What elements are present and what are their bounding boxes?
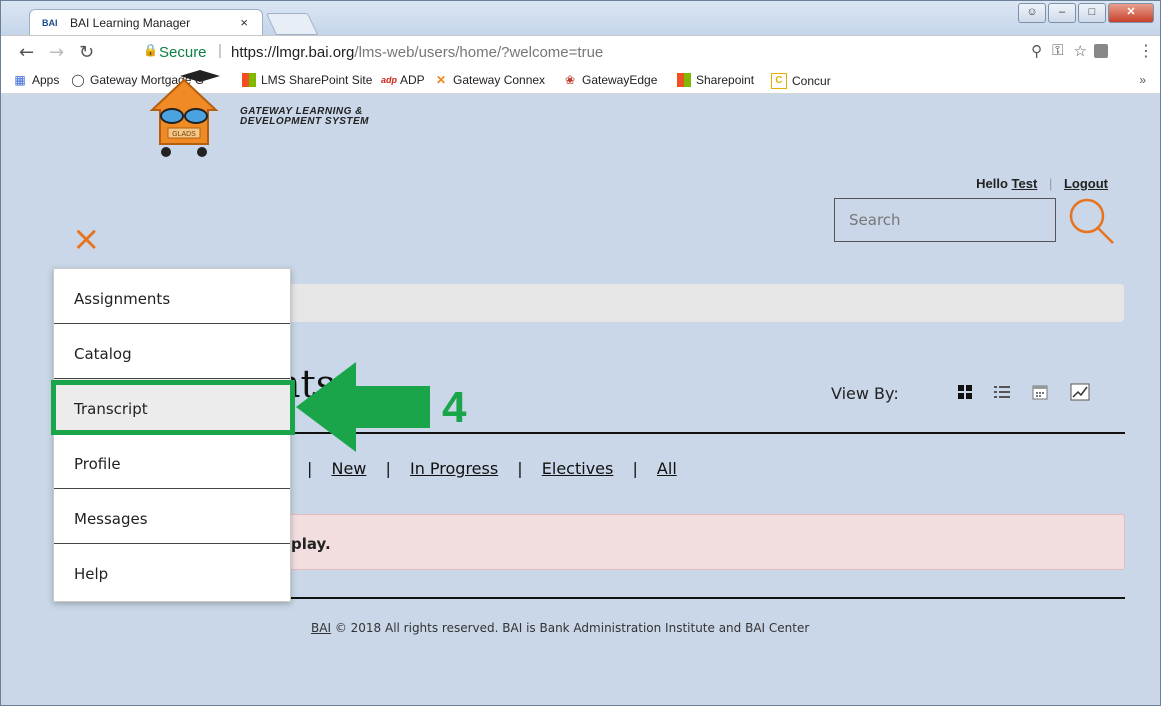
divider bbox=[280, 597, 1125, 599]
bookmark-sharepoint[interactable]: Sharepoint bbox=[677, 73, 754, 87]
bookmark-apps[interactable]: ▦ Apps bbox=[13, 73, 59, 87]
filter-separator: | bbox=[385, 459, 391, 478]
filter-separator: | bbox=[632, 459, 638, 478]
logo-text: Gateway Learning & Development System bbox=[240, 107, 369, 127]
grid-view-icon[interactable] bbox=[958, 385, 972, 399]
url-path: /lms-web/users/home/?welcome=true bbox=[354, 44, 604, 61]
reload-icon[interactable]: ↻ bbox=[79, 42, 94, 63]
empty-alert: play. bbox=[280, 514, 1125, 570]
new-tab-button[interactable] bbox=[265, 13, 319, 35]
minimize-button[interactable]: – bbox=[1048, 3, 1076, 23]
browser-menu-icon[interactable]: ⋮ bbox=[1138, 41, 1154, 60]
alert-text: play. bbox=[291, 535, 331, 553]
bookmark-label: Gateway Connex bbox=[453, 73, 546, 87]
close-menu-icon[interactable]: × bbox=[72, 222, 101, 256]
bookmark-label: ADP bbox=[400, 73, 425, 87]
annotation-highlight-box bbox=[51, 380, 295, 435]
windows-icon bbox=[242, 73, 256, 87]
bookmark-gatewayedge[interactable]: ❀ GatewayEdge bbox=[563, 73, 657, 87]
menu-item-profile[interactable]: Profile bbox=[54, 434, 290, 489]
key-icon[interactable]: ⚿ bbox=[1052, 42, 1063, 60]
window-controls: ☺ – □ ✕ bbox=[1018, 3, 1154, 23]
tab-title: BAI Learning Manager bbox=[70, 16, 191, 30]
filter-tabs: | New | In Progress | Electives | All bbox=[307, 459, 677, 478]
bookmark-concur[interactable]: C Concur bbox=[771, 73, 831, 89]
apps-grid-icon: ▦ bbox=[14, 73, 26, 87]
bookmark-lms-sharepoint[interactable]: LMS SharePoint Site bbox=[242, 73, 372, 87]
annotation-arrow-icon bbox=[296, 362, 430, 452]
filter-all[interactable]: All bbox=[657, 459, 677, 478]
bookmark-label: LMS SharePoint Site bbox=[261, 73, 373, 87]
calendar-view-icon[interactable] bbox=[1032, 384, 1048, 400]
nav-menu: Assignments Catalog Transcript Profile M… bbox=[53, 268, 291, 602]
view-by-label: View By: bbox=[831, 384, 899, 403]
filter-new[interactable]: New bbox=[331, 459, 366, 478]
omnibox-icons: ⚲ ⚿ ☆ bbox=[1031, 42, 1087, 60]
title-bar: BAI BAI Learning Manager × ☺ – □ ✕ bbox=[1, 1, 1160, 36]
view-toggle-group bbox=[958, 383, 1090, 401]
filter-in-progress[interactable]: In Progress bbox=[410, 459, 498, 478]
footer-text: © 2018 All rights reserved. BAI is Bank … bbox=[334, 621, 810, 635]
search-icon[interactable] bbox=[1067, 196, 1117, 246]
adp-icon: adp bbox=[381, 75, 398, 85]
logout-link[interactable]: Logout bbox=[1064, 176, 1108, 191]
zoom-icon[interactable]: ⚲ bbox=[1031, 42, 1042, 60]
maximize-button[interactable]: □ bbox=[1078, 3, 1106, 23]
menu-item-help[interactable]: Help bbox=[54, 544, 290, 599]
windows-icon bbox=[677, 73, 691, 87]
logo-line-2: Development System bbox=[240, 116, 370, 127]
address-bar[interactable]: 🔒 Secure | https://lmgr.bai.org/lms-web/… bbox=[113, 40, 1093, 66]
window-close-button[interactable]: ✕ bbox=[1108, 3, 1154, 23]
user-name-link[interactable]: Test bbox=[1012, 176, 1038, 191]
footer-bai-link[interactable]: BAI bbox=[311, 621, 331, 635]
filter-electives[interactable]: Electives bbox=[542, 459, 614, 478]
user-greeting: Hello Test | Logout bbox=[976, 176, 1108, 191]
filter-separator: | bbox=[517, 459, 523, 478]
bai-favicon-icon: BAI bbox=[42, 18, 58, 28]
user-icon[interactable]: ☺ bbox=[1018, 3, 1046, 23]
search-input[interactable]: Search bbox=[834, 198, 1056, 242]
extension-icon[interactable] bbox=[1094, 44, 1108, 58]
secure-label: Secure bbox=[159, 44, 207, 61]
tab-close-icon[interactable]: × bbox=[240, 15, 248, 30]
breadcrumb-bar bbox=[280, 284, 1124, 322]
annotation-step-number: 4 bbox=[442, 383, 467, 432]
connex-icon: ✕ bbox=[435, 73, 447, 87]
lock-icon: 🔒 bbox=[143, 43, 158, 57]
bookmark-label: GatewayEdge bbox=[582, 73, 658, 87]
bookmark-label: Sharepoint bbox=[696, 73, 755, 87]
browser-tab[interactable]: BAI BAI Learning Manager × bbox=[29, 9, 263, 36]
menu-item-assignments[interactable]: Assignments bbox=[54, 269, 290, 324]
glads-logo-icon[interactable]: GLADS bbox=[144, 62, 224, 162]
logo-badge: GLADS bbox=[172, 131, 196, 138]
url-host: https://lmgr.bai.org bbox=[231, 44, 355, 61]
filter-separator: | bbox=[307, 459, 313, 478]
bookmark-adp[interactable]: adp ADP bbox=[381, 73, 425, 87]
bookmark-label: Apps bbox=[32, 73, 60, 87]
list-view-icon[interactable] bbox=[994, 385, 1010, 399]
menu-item-catalog[interactable]: Catalog bbox=[54, 324, 290, 379]
address-separator: | bbox=[218, 42, 222, 59]
bookmarks-overflow-icon[interactable]: » bbox=[1139, 73, 1146, 87]
menu-item-messages[interactable]: Messages bbox=[54, 489, 290, 544]
hello-label: Hello bbox=[976, 176, 1008, 191]
chart-view-icon[interactable] bbox=[1070, 383, 1090, 401]
back-arrow-icon[interactable]: ← bbox=[19, 42, 34, 63]
header-separator: | bbox=[1048, 176, 1053, 191]
forward-arrow-icon[interactable]: → bbox=[49, 42, 64, 63]
gateway-icon: ◯ bbox=[71, 73, 85, 87]
star-icon[interactable]: ☆ bbox=[1074, 42, 1087, 60]
gatewayedge-icon: ❀ bbox=[564, 73, 576, 87]
footer: BAI © 2018 All rights reserved. BAI is B… bbox=[311, 621, 809, 635]
bookmark-gateway-connex[interactable]: ✕ Gateway Connex bbox=[434, 73, 545, 87]
url-text[interactable]: https://lmgr.bai.org/lms-web/users/home/… bbox=[231, 44, 603, 61]
concur-icon: C bbox=[771, 73, 787, 89]
bookmark-label: Concur bbox=[792, 74, 831, 88]
